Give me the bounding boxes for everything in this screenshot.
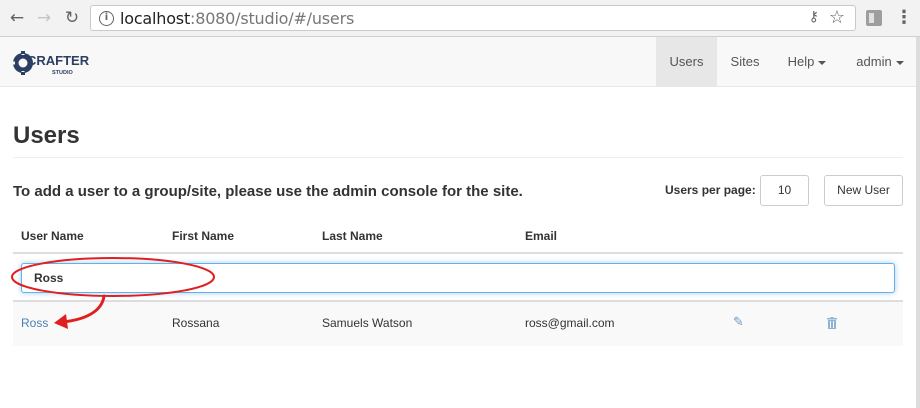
- nav-admin-label: admin: [856, 54, 892, 69]
- users-per-page-label: Users per page:: [665, 183, 756, 197]
- nav-sites-label: Sites: [730, 54, 760, 69]
- info-icon[interactable]: i: [99, 11, 114, 26]
- nav-sites[interactable]: Sites: [720, 37, 770, 87]
- first-name-cell: Rossana: [172, 316, 220, 330]
- back-icon[interactable]: ←: [7, 8, 27, 28]
- table-header-divider: [13, 252, 903, 254]
- last-name-cell: Samuels Watson: [322, 316, 413, 330]
- crafter-logo[interactable]: CRAFTER STUDIO: [12, 43, 94, 83]
- users-per-page-input[interactable]: 10: [760, 175, 809, 206]
- menu-icon[interactable]: ⋮: [895, 7, 913, 28]
- extension-icon[interactable]: [866, 10, 882, 26]
- address-bar[interactable]: i localhost:8080/studio/#/users ⚷ ☆: [90, 5, 856, 31]
- trash-icon[interactable]: [827, 317, 837, 329]
- nav-users[interactable]: Users: [656, 37, 717, 87]
- new-user-button[interactable]: New User: [824, 175, 903, 206]
- chevron-down-icon: [818, 60, 827, 65]
- url-host: localhost: [120, 9, 191, 28]
- logo-main-text: CRAFTER: [27, 53, 90, 68]
- instructions-text: To add a user to a group/site, please us…: [13, 183, 523, 200]
- browser-toolbar: ← → ↻ i localhost:8080/studio/#/users ⚷ …: [0, 0, 920, 37]
- app-navbar: CRAFTER STUDIO Users Sites Help admin: [0, 37, 920, 87]
- url-path: :8080/studio/#/users: [190, 9, 355, 28]
- email-cell: ross@gmail.com: [525, 316, 615, 330]
- header-email: Email: [525, 229, 558, 243]
- nav-help-label: Help: [787, 54, 815, 69]
- table-row: [13, 302, 903, 346]
- divider: [13, 157, 903, 158]
- filter-input[interactable]: Ross: [21, 263, 895, 293]
- nav-help[interactable]: Help: [777, 37, 837, 87]
- chevron-down-icon: [895, 60, 904, 65]
- username-link[interactable]: Ross: [21, 316, 48, 330]
- key-icon[interactable]: ⚷: [809, 9, 819, 25]
- page-title: Users: [13, 122, 80, 149]
- star-icon[interactable]: ☆: [829, 7, 845, 28]
- header-user-name: User Name: [21, 229, 84, 243]
- url-text[interactable]: localhost:8080/studio/#/users: [120, 9, 354, 28]
- header-last-name: Last Name: [322, 229, 383, 243]
- edit-icon[interactable]: ✎: [733, 315, 744, 330]
- scrollbar[interactable]: [916, 37, 920, 408]
- forward-icon[interactable]: →: [34, 8, 54, 28]
- nav-users-label: Users: [669, 54, 704, 69]
- nav-admin[interactable]: admin: [848, 37, 912, 87]
- reload-icon[interactable]: ↻: [62, 8, 82, 28]
- header-first-name: First Name: [172, 229, 235, 243]
- logo-sub-text: STUDIO: [52, 70, 74, 76]
